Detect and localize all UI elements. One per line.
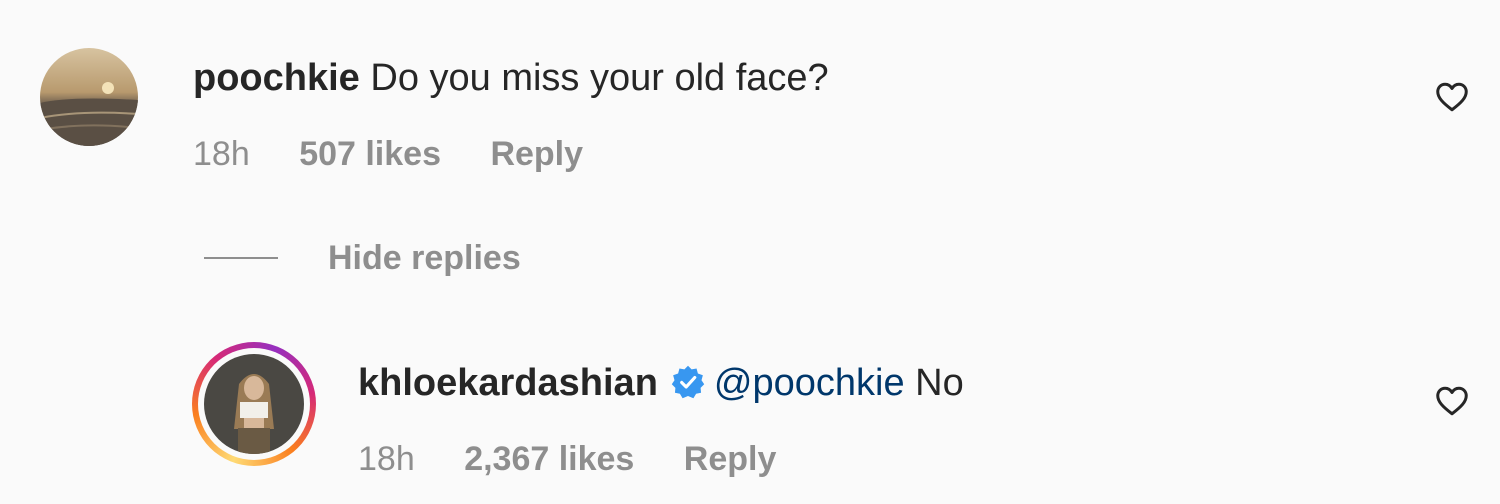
- reply-username[interactable]: khloekardashian: [358, 362, 658, 404]
- verified-badge-icon: [671, 365, 705, 399]
- reply-meta: 18h 2,367 likes Reply: [358, 439, 816, 479]
- reply-time: 18h: [358, 440, 415, 478]
- avatar: [204, 354, 304, 454]
- heart-outline-icon[interactable]: [1434, 383, 1470, 419]
- comment-likes[interactable]: 507 likes: [299, 135, 441, 173]
- reply-text: No: [915, 362, 964, 404]
- hide-replies-button[interactable]: Hide replies: [204, 236, 521, 280]
- reply-mention[interactable]: @poochkie: [714, 362, 905, 404]
- comment-username[interactable]: poochkie: [193, 57, 360, 99]
- reply-likes[interactable]: 2,367 likes: [464, 440, 634, 478]
- avatar-image: [40, 48, 138, 146]
- story-ring[interactable]: [192, 342, 316, 466]
- comment-time: 18h: [193, 135, 250, 173]
- hide-replies-divider: [204, 257, 278, 259]
- heart-outline-icon[interactable]: [1434, 79, 1470, 115]
- comment-text: Do you miss your old face?: [370, 57, 829, 99]
- avatar[interactable]: [40, 48, 138, 146]
- reply-reply-button[interactable]: Reply: [684, 440, 777, 478]
- avatar-image: [204, 354, 304, 454]
- comment-reply-button[interactable]: Reply: [490, 135, 583, 173]
- reply-body: khloekardashian @poochkie No: [358, 361, 964, 405]
- comment-body: poochkie Do you miss your old face?: [193, 56, 829, 100]
- hide-replies-label: Hide replies: [328, 238, 521, 277]
- comment-meta: 18h 507 likes Reply: [193, 134, 623, 174]
